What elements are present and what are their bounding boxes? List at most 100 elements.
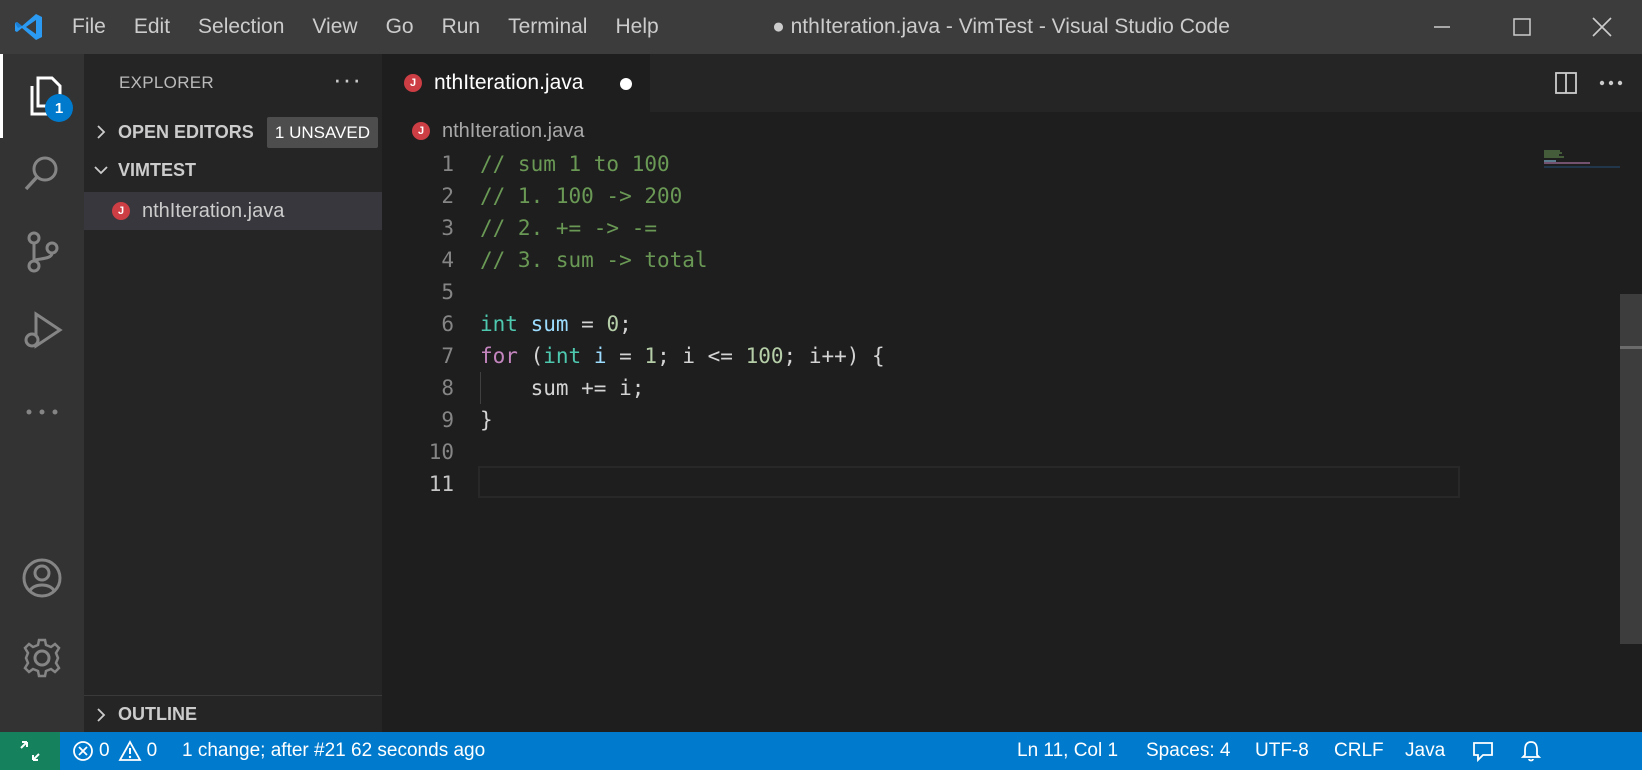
code-token: = — [606, 344, 645, 368]
outline-label: OUTLINE — [118, 704, 197, 724]
java-file-icon: J — [412, 122, 430, 140]
explorer-sidebar: EXPLORER ··· OPEN EDITORS 1 UNSAVED VIMT… — [84, 54, 382, 732]
open-editors-section[interactable]: OPEN EDITORS 1 UNSAVED — [84, 113, 382, 151]
breadcrumb[interactable]: J nthIteration.java — [382, 112, 584, 150]
menu-bar: File Edit Selection View Go Run Terminal… — [58, 0, 673, 54]
close-window-button[interactable] — [1562, 0, 1642, 54]
line-number: 9 — [441, 408, 454, 432]
code-line[interactable]: 8 sum += i; — [382, 372, 1482, 404]
breadcrumb-file[interactable]: nthIteration.java — [442, 120, 584, 143]
code-line[interactable]: 3 // 2. += -> -= — [382, 212, 1482, 244]
code-line[interactable]: 1 // sum 1 to 100 — [382, 148, 1482, 180]
line-number: 10 — [428, 440, 454, 464]
minimize-button[interactable] — [1402, 0, 1482, 54]
code-token: 0 — [606, 312, 620, 336]
code-token: // 3. sum -> total — [480, 248, 708, 272]
code-line[interactable]: 4 // 3. sum -> total — [382, 244, 1482, 276]
manage-button[interactable] — [0, 616, 84, 700]
explorer-button[interactable]: 1 — [0, 54, 84, 138]
code-token: int — [480, 312, 518, 336]
menu-go[interactable]: Go — [372, 0, 428, 54]
settings-gear-icon — [23, 638, 61, 678]
java-file-icon: J — [112, 202, 130, 220]
menu-edit[interactable]: Edit — [120, 0, 184, 54]
search-button[interactable] — [0, 132, 84, 216]
code-line[interactable]: 9} — [382, 404, 1482, 436]
java-file-icon: J — [404, 74, 422, 92]
code-token: = — [568, 312, 607, 336]
problems-indicator[interactable]: 0 0 — [72, 732, 157, 770]
editor-actions — [1554, 54, 1624, 112]
chevron-right-icon — [84, 125, 118, 139]
indentation[interactable]: Spaces: 4 — [1146, 732, 1231, 770]
title-bar: File Edit Selection View Go Run Terminal… — [0, 0, 1642, 54]
code-token: // 1. 100 -> 200 — [480, 184, 683, 208]
editor-area: J nthIteration.java J nthIteration.java … — [382, 54, 1642, 732]
run-debug-icon — [24, 311, 63, 349]
maximize-button[interactable] — [1482, 0, 1562, 54]
code-token: 1 — [644, 344, 658, 368]
line-number: 3 — [441, 216, 454, 240]
code-line[interactable]: 6 int sum = 0; — [382, 308, 1482, 340]
remote-indicator[interactable] — [0, 732, 60, 770]
line-number: 1 — [441, 152, 454, 176]
accounts-button[interactable] — [0, 536, 84, 620]
close-icon — [1592, 17, 1612, 37]
line-number: 6 — [441, 312, 454, 336]
line-text: // sum 1 to 100 — [480, 148, 670, 180]
line-number: 7 — [441, 344, 454, 368]
code-token: ; i <= — [657, 344, 746, 368]
code-line[interactable]: 5 — [382, 276, 1482, 308]
code-line[interactable]: 11 — [382, 468, 1482, 500]
overview-ruler-cursor — [1620, 346, 1642, 349]
vscode-logo-icon — [0, 0, 58, 54]
sidebar-more-actions[interactable]: ··· — [333, 64, 362, 95]
line-text: sum += i; — [480, 372, 645, 404]
cursor-position[interactable]: Ln 11, Col 1 — [1017, 732, 1118, 770]
code-token: // sum 1 to 100 — [480, 152, 670, 176]
menu-terminal[interactable]: Terminal — [494, 0, 601, 54]
minimap[interactable] — [1542, 148, 1624, 168]
language-mode[interactable]: Java — [1405, 732, 1445, 770]
explorer-badge: 1 — [45, 94, 73, 122]
menu-file[interactable]: File — [58, 0, 120, 54]
split-editor-icon[interactable] — [1554, 71, 1578, 95]
unsaved-dot-icon[interactable] — [620, 78, 632, 90]
encoding[interactable]: UTF-8 — [1255, 732, 1309, 770]
folder-section-vimtest[interactable]: VIMTEST — [84, 151, 382, 189]
more-actions-icon[interactable] — [1598, 79, 1624, 87]
vertical-scrollbar[interactable] — [1620, 148, 1642, 732]
more-views-button[interactable] — [0, 370, 84, 454]
tab-nthiteration-java[interactable]: J nthIteration.java — [382, 54, 650, 112]
code-token: ; i++) { — [783, 344, 885, 368]
menu-run[interactable]: Run — [428, 0, 495, 54]
code-line[interactable]: 7 for (int i = 1; i <= 100; i++) { — [382, 340, 1482, 372]
outline-section[interactable]: OUTLINE — [84, 695, 382, 733]
error-count: 0 — [99, 740, 110, 761]
window-title: ● nthIteration.java - VimTest - Visual S… — [772, 15, 1230, 38]
file-tree-item-label: nthIteration.java — [142, 199, 285, 222]
menu-selection[interactable]: Selection — [184, 0, 298, 54]
line-number: 4 — [441, 248, 454, 272]
line-number: 5 — [441, 280, 454, 304]
run-debug-button[interactable] — [0, 288, 84, 372]
notifications-button[interactable] — [1520, 732, 1542, 770]
feedback-button[interactable] — [1470, 732, 1496, 770]
feedback-icon — [1473, 742, 1493, 763]
end-of-line[interactable]: CRLF — [1334, 732, 1384, 770]
code-line[interactable]: 2 // 1. 100 -> 200 — [382, 180, 1482, 212]
status-bar: 0 0 1 change; after #21 62 seconds ago L… — [0, 732, 1642, 770]
line-number: 8 — [441, 376, 454, 400]
code-line[interactable]: 10 — [382, 436, 1482, 468]
warning-icon — [118, 740, 142, 761]
source-control-button[interactable] — [0, 210, 84, 294]
file-tree-item[interactable]: J nthIteration.java — [84, 192, 382, 230]
code-token: } — [480, 408, 493, 432]
minimize-icon — [1434, 26, 1450, 28]
source-control-icon — [27, 231, 59, 273]
menu-view[interactable]: View — [298, 0, 371, 54]
line-text: // 1. 100 -> 200 — [480, 180, 682, 212]
code-editor[interactable]: 1 // sum 1 to 100 2 // 1. 100 -> 200 3 // 2. … — [382, 148, 1482, 500]
